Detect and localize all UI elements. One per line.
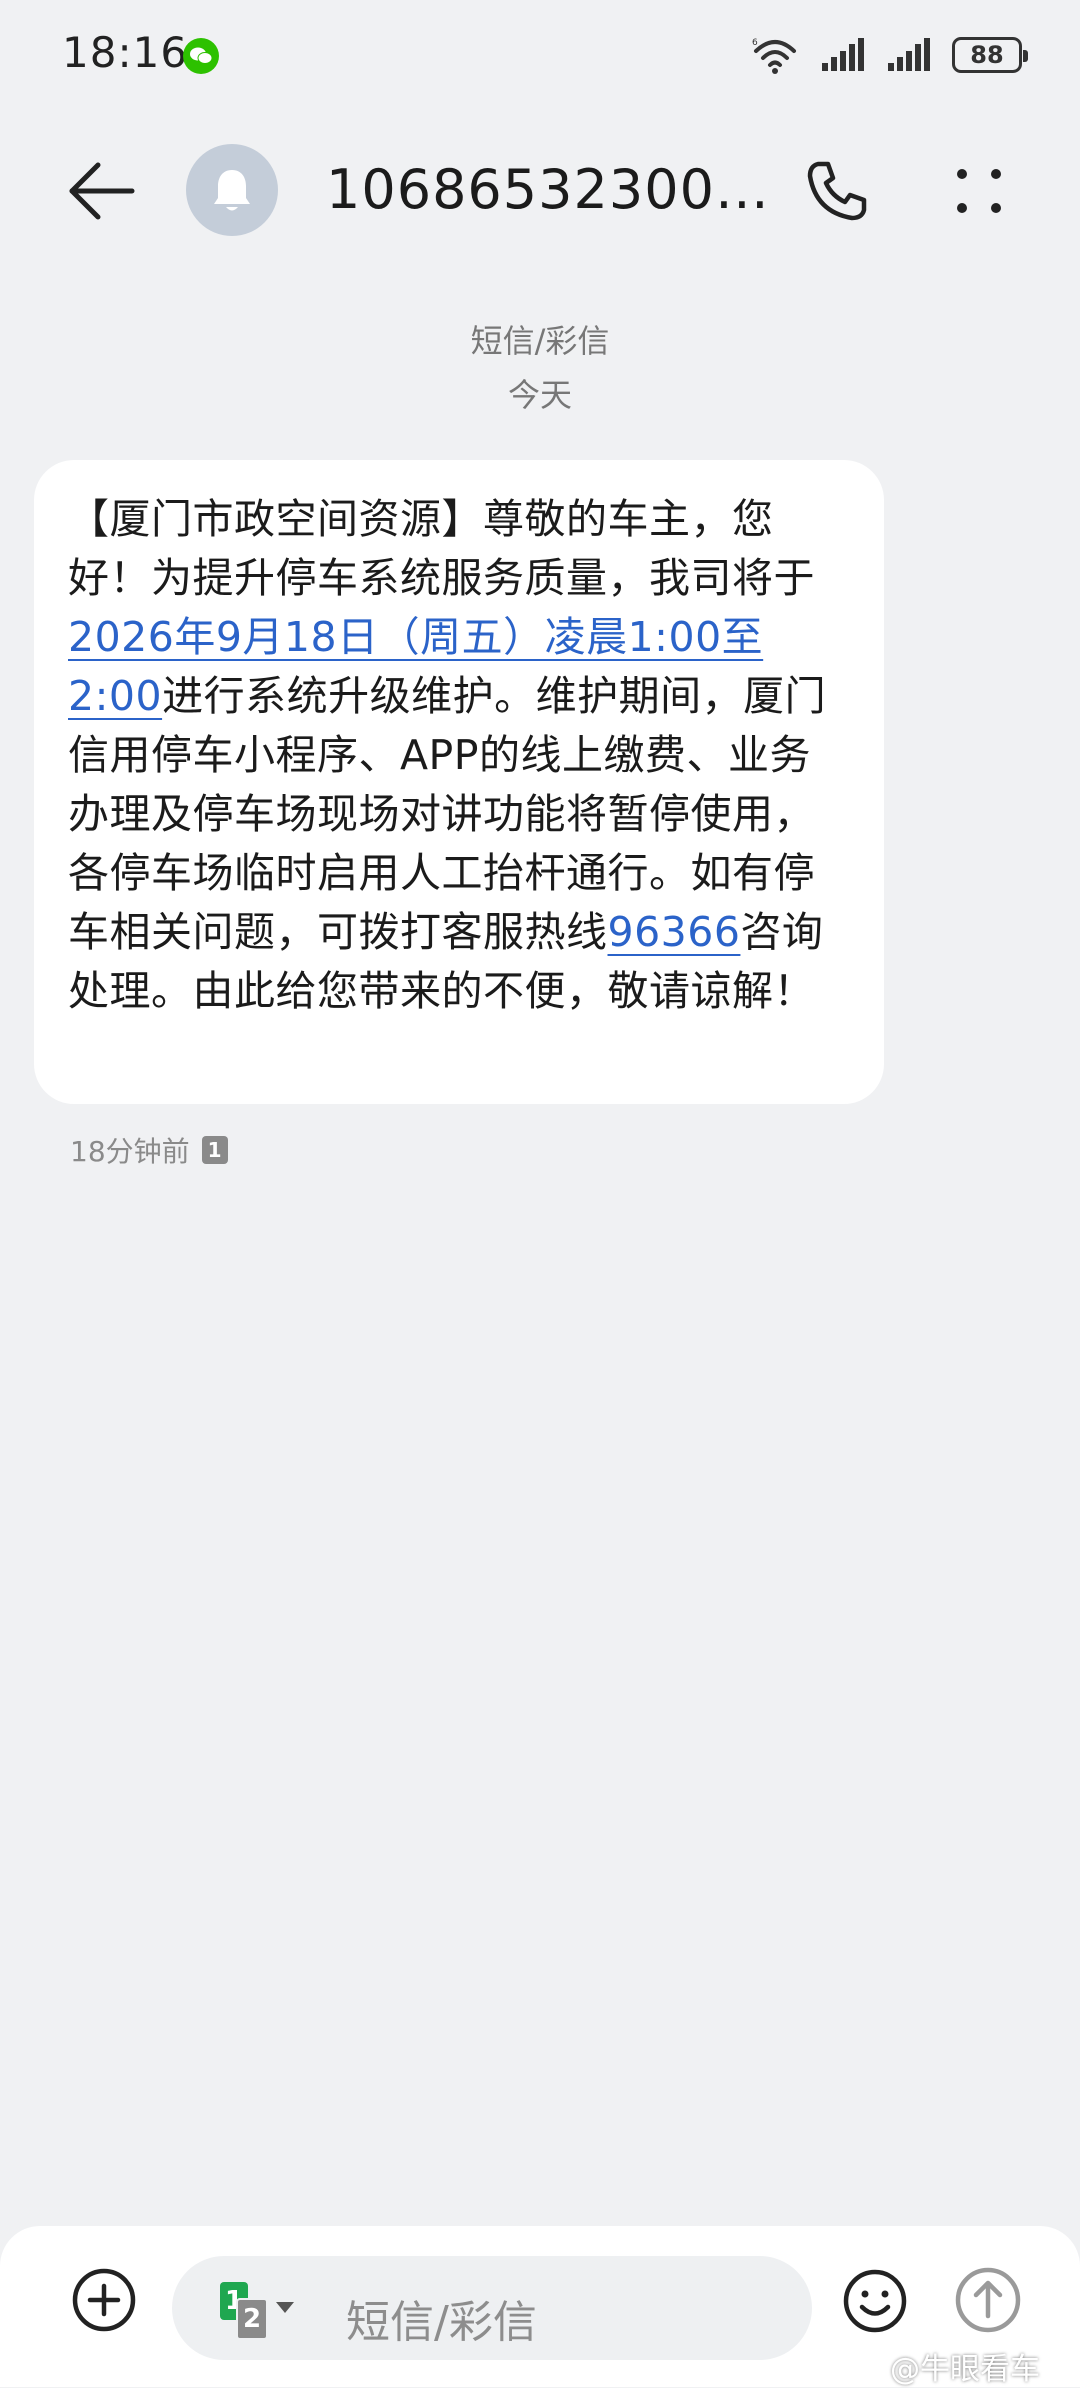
sim-2-badge: 2 [236, 2298, 268, 2340]
add-icon [72, 2268, 136, 2332]
avatar[interactable] [186, 144, 278, 236]
wifi-icon: 6 [752, 38, 796, 74]
battery-icon: 88 [952, 37, 1028, 73]
message-input[interactable]: 1 2 短信/彩信 [172, 2256, 812, 2360]
chevron-down-icon [276, 2302, 294, 2313]
signal-icon [822, 38, 864, 71]
send-button[interactable] [952, 2264, 1024, 2336]
send-icon [955, 2267, 1021, 2333]
sim-switch-icon[interactable]: 1 2 [220, 2282, 294, 2340]
sim-badge: 1 [201, 1136, 228, 1164]
status-bar: 18:16 6 88 [0, 0, 1080, 110]
phone-number-link[interactable]: 96366 [608, 908, 741, 956]
date-label: 今天 [507, 376, 572, 414]
bell-icon [214, 170, 250, 211]
watermark: @牛眼看车 [890, 2352, 1040, 2387]
call-button[interactable] [802, 156, 872, 226]
wechat-icon [183, 38, 219, 74]
message-type-label: 短信/彩信 [470, 322, 610, 360]
more-button[interactable] [944, 156, 1014, 226]
contact-name[interactable]: 10686532300… [326, 158, 770, 221]
back-arrow-icon [69, 162, 135, 220]
more-icon [957, 169, 1001, 213]
conversation-header: 10686532300… [0, 130, 1080, 250]
message-info: 18分钟前 1 [70, 1130, 228, 1170]
signal-icon-2 [888, 38, 930, 71]
back-button[interactable] [62, 155, 142, 227]
message-text: 【厦门市政空间资源】尊敬的车主，您好！为提升停车系统服务质量，我司将于2026年… [68, 490, 850, 1021]
emoji-button[interactable] [840, 2266, 910, 2336]
message-time: 18分钟前 [70, 1135, 190, 1168]
phone-icon [807, 161, 867, 221]
battery-level: 88 [970, 41, 1004, 69]
status-time: 18:16 [62, 28, 189, 77]
svg-text:6: 6 [752, 38, 758, 48]
message-bubble[interactable]: 【厦门市政空间资源】尊敬的车主，您好！为提升停车系统服务质量，我司将于2026年… [34, 460, 884, 1104]
emoji-icon [843, 2269, 907, 2333]
status-icons: 6 88 [750, 30, 1028, 80]
add-button[interactable] [70, 2266, 138, 2334]
input-placeholder: 短信/彩信 [346, 2297, 537, 2348]
message-text-part: 【厦门市政空间资源】尊敬的车主，您好！为提升停车系统服务质量，我司将于 [68, 495, 815, 602]
